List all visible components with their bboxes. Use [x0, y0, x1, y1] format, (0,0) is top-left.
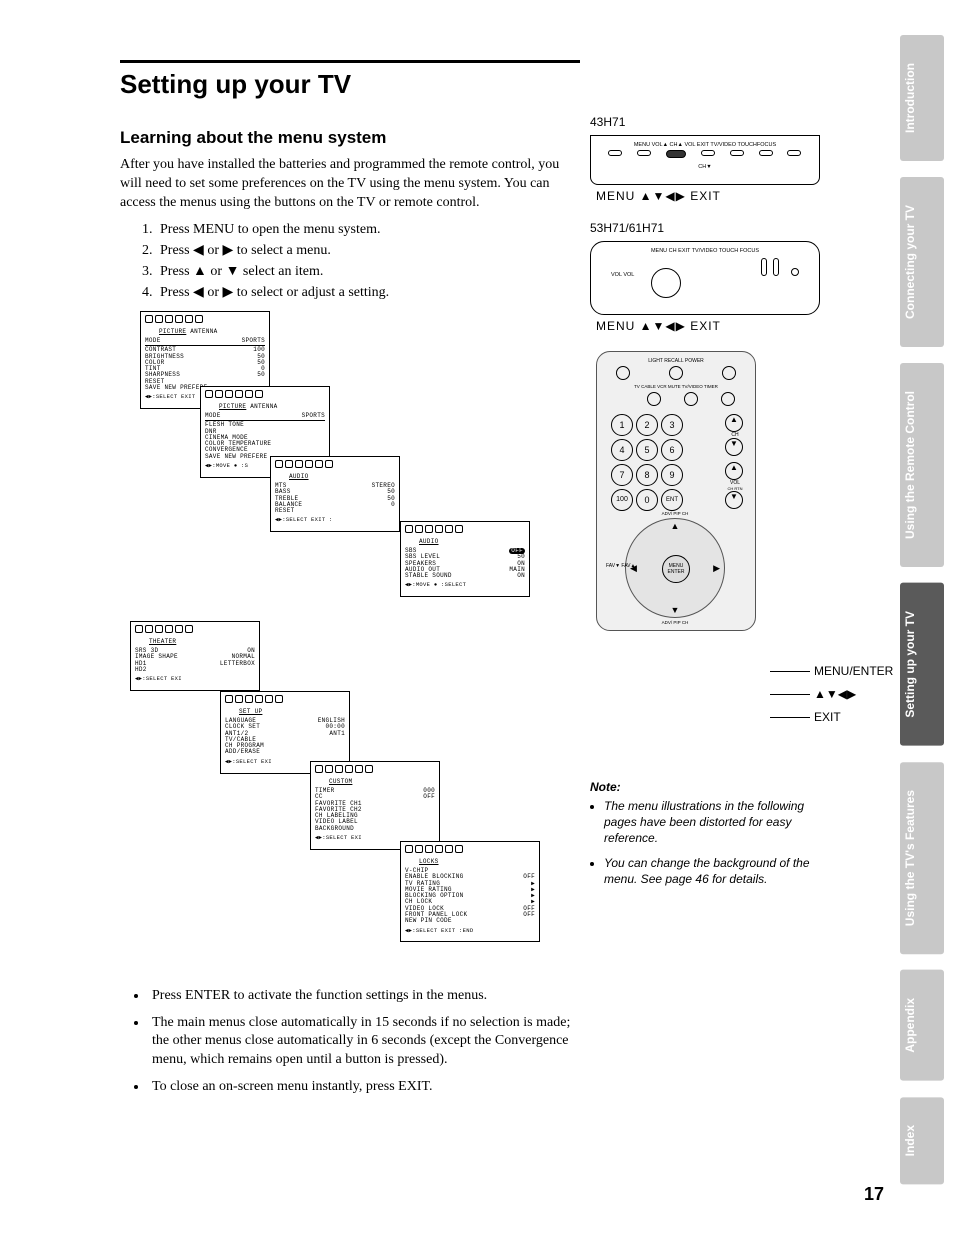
adv-label: ADV/ PIP CH: [626, 620, 724, 625]
remote-label: TV CABLE VCR MUTE TV/VIDEO TIMER: [605, 384, 747, 389]
panel-caption-2: MENU ▲▼◀▶ EXIT: [596, 319, 840, 333]
step-item: Press ◀ or ▶ to select or adjust a setti…: [156, 282, 580, 303]
keypad-6: 6: [661, 439, 683, 461]
post-note-item: Press ENTER to activate the function set…: [148, 987, 580, 1006]
keypad-4: 4: [611, 439, 633, 461]
page-heading: Setting up your TV: [120, 69, 580, 100]
top-rule: [120, 60, 580, 63]
panel-labels: VOL VOL: [611, 272, 759, 278]
panel-button: [637, 150, 651, 156]
menu-audio-1: AUDIO MTSSTEREO BASS50 TREBLE50 BALANCE0…: [270, 456, 400, 533]
fav-labels: FAV▼ FAV▲: [606, 563, 744, 569]
remote-label: LIGHT RECALL POWER: [605, 358, 747, 364]
menu-custom: CUSTOM TIMER000 CCOFF FAVORITE CH1 FAVOR…: [310, 761, 440, 850]
menu-title: PICTURE: [159, 329, 186, 335]
timer-button-icon: [721, 392, 735, 406]
keypad-100: 100: [611, 489, 633, 511]
menu-title: CUSTOM: [329, 779, 352, 785]
keypad-8: 8: [636, 464, 658, 486]
menu-title: LOCKS: [419, 859, 439, 865]
panel-dpad-icon: [651, 268, 681, 298]
panel-button: [773, 258, 779, 276]
intro-paragraph: After you have installed the batteries a…: [120, 156, 580, 213]
keypad-9: 9: [661, 464, 683, 486]
panel-button: [761, 258, 767, 276]
menu-title: SET UP: [239, 709, 262, 715]
power-button-icon: [722, 366, 736, 380]
panel-button: [730, 150, 744, 156]
page-number: 17: [864, 1184, 884, 1205]
tab-index[interactable]: Index: [900, 1097, 944, 1184]
note-block: Note: The menu illustrations in the foll…: [590, 780, 840, 895]
menu-audio-2: AUDIO SBSOFF SBS LEVEL50 SPEAKERSON AUDI…: [400, 521, 530, 598]
callout-arrows: ▲▼◀▶: [814, 687, 856, 701]
tab-introduction[interactable]: Introduction: [900, 35, 944, 161]
mute-button-icon: [647, 392, 661, 406]
menu-diagram: PICTURE ANTENNA MODESPORTS CONTRAST100 B…: [120, 311, 540, 981]
tvvideo-button-icon: [684, 392, 698, 406]
keypad-1: 1: [611, 414, 633, 436]
note-item: The menu illustrations in the following …: [604, 798, 840, 847]
recall-button-icon: [669, 366, 683, 380]
section-heading: Learning about the menu system: [120, 128, 580, 148]
callout-exit: EXIT: [814, 710, 841, 724]
tab-setting-up[interactable]: Setting up your TV: [900, 583, 944, 746]
panel-label: CH▼: [591, 164, 819, 170]
callout-menu-enter: MENU/ENTER: [814, 664, 893, 678]
keypad-5: 5: [636, 439, 658, 461]
tab-appendix[interactable]: Appendix: [900, 970, 944, 1081]
menu-locks: LOCKS V-CHIP ENABLE BLOCKINGOFF TV RATIN…: [400, 841, 540, 943]
setup-steps: Press MENU to open the menu system. Pres…: [156, 219, 580, 303]
remote-illustration: LIGHT RECALL POWER TV CABLE VCR MUTE TV/…: [596, 351, 756, 631]
tab-connecting[interactable]: Connecting your TV: [900, 177, 944, 347]
post-note-item: The main menus close automatically in 15…: [148, 1014, 580, 1071]
step-item: Press ▲ or ▼ select an item.: [156, 261, 580, 282]
menu-tab: ANTENNA: [190, 328, 217, 335]
menu-title: PICTURE: [219, 404, 246, 410]
panel-button: [666, 150, 686, 158]
light-button-icon: [616, 366, 630, 380]
tab-remote-control[interactable]: Using the Remote Control: [900, 363, 944, 567]
menu-tab: ANTENNA: [250, 403, 277, 410]
menu-enter-button: MENU ENTER: [662, 555, 690, 583]
menu-theater: THEATER SRS 3DON IMAGE SHAPENORMAL HD1LE…: [130, 621, 260, 691]
panel-caption-1: MENU ▲▼◀▶ EXIT: [596, 189, 840, 203]
side-tabs: Introduction Connecting your TV Using th…: [900, 35, 944, 1184]
keypad-0: 0: [636, 489, 658, 511]
dpad-ring: MENU ENTER ▲ ▼ ◀ ▶ ADV/ PIP CH ADV/ PIP …: [625, 518, 725, 618]
adv-label: ADV/ PIP CH: [626, 511, 724, 516]
keypad-2: 2: [636, 414, 658, 436]
model-label-43h71: 43H71: [590, 115, 840, 129]
keypad-ent: ENT: [661, 489, 683, 511]
front-panel-43h71: MENU VOL▲ CH▲ VOL EXIT TV/VIDEO TOUCHFOC…: [590, 135, 820, 185]
note-item: You can change the background of the men…: [604, 855, 840, 887]
panel-button: [701, 150, 715, 156]
note-heading: Note:: [590, 780, 840, 794]
panel-button: [759, 150, 773, 156]
ch-label: CH: [725, 432, 745, 438]
step-item: Press MENU to open the menu system.: [156, 219, 580, 240]
menu-title: AUDIO: [419, 539, 439, 545]
panel-button: [791, 268, 799, 276]
model-label-53h71: 53H71/61H71: [590, 221, 840, 235]
menu-title: THEATER: [149, 639, 176, 645]
panel-button: [608, 150, 622, 156]
panel-labels: MENU VOL▲ CH▲ VOL EXIT TV/VIDEO TOUCHFOC…: [597, 142, 813, 148]
panel-labels: MENU CH EXIT TV/VIDEO TOUCH FOCUS: [597, 248, 813, 254]
post-note-item: To close an on-screen menu instantly, pr…: [148, 1078, 580, 1097]
front-panel-53h71: MENU CH EXIT TV/VIDEO TOUCH FOCUS VOL VO…: [590, 241, 820, 315]
chrtn-label: CH RTN: [725, 486, 745, 491]
tab-features[interactable]: Using the TV's Features: [900, 762, 944, 954]
keypad-3: 3: [661, 414, 683, 436]
menu-title: AUDIO: [289, 474, 309, 480]
post-notes: Press ENTER to activate the function set…: [148, 987, 580, 1097]
step-item: Press ◀ or ▶ to select a menu.: [156, 240, 580, 261]
panel-button: [787, 150, 801, 156]
keypad-7: 7: [611, 464, 633, 486]
